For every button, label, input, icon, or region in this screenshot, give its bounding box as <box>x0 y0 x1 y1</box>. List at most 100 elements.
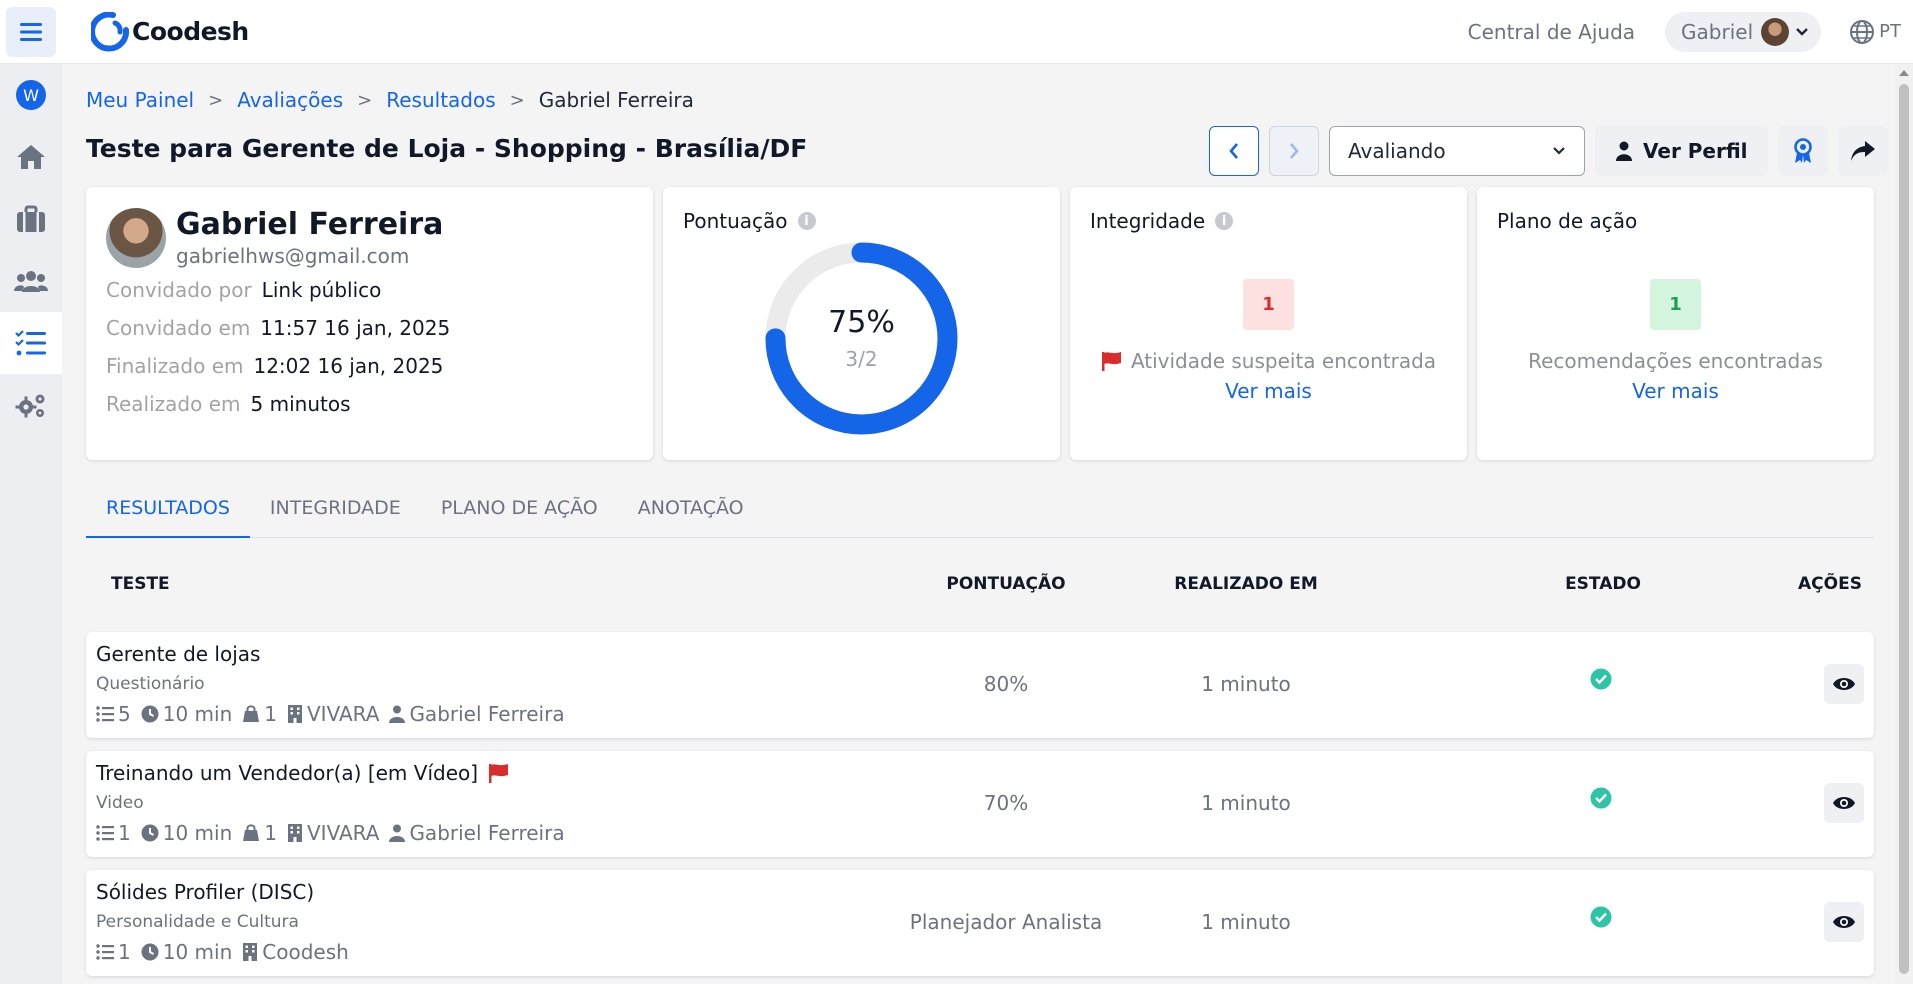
previous-button[interactable] <box>1209 126 1259 176</box>
table-row: Treinando um Vendedor(a) [em Vídeo] Vide… <box>86 751 1874 857</box>
eye-icon <box>1833 916 1855 928</box>
candidate-avatar <box>106 207 166 268</box>
view-result-button[interactable] <box>1824 664 1864 704</box>
meta-questions-value: 1 <box>118 940 131 964</box>
chevron-right-icon <box>1290 143 1299 159</box>
sidebar-item-jobs[interactable] <box>0 188 62 250</box>
tasks-icon <box>15 330 46 356</box>
duration-row: Realizado em 5 minutos <box>106 392 633 416</box>
score-fraction: 3/2 <box>845 347 878 371</box>
user-menu[interactable]: Gabriel <box>1665 11 1822 52</box>
header-actions: Avaliando Ver Perfil <box>1209 126 1898 176</box>
test-title: Treinando um Vendedor(a) [em Vídeo] <box>96 761 479 785</box>
meta-duration: 10 min <box>141 702 232 726</box>
flag-icon <box>489 764 509 783</box>
scroll-up-arrow[interactable] <box>1899 70 1909 76</box>
breadcrumb-separator: > <box>357 89 373 111</box>
meta-author-value: Gabriel Ferreira <box>409 702 565 726</box>
breadcrumb-dashboard[interactable]: Meu Painel <box>86 88 194 112</box>
sidebar-item-settings[interactable] <box>0 374 62 436</box>
meta-questions-value: 1 <box>118 821 131 845</box>
status-select[interactable]: Avaliando <box>1329 126 1585 176</box>
sidebar-item-workspace[interactable]: W <box>0 64 62 126</box>
info-icon[interactable]: i <box>1215 212 1234 230</box>
test-meta: 1 10 min 1 VIVARA Gabriel Ferreira <box>96 821 575 845</box>
score-percent: 75% <box>828 305 895 340</box>
meta-duration-value: 10 min <box>162 821 233 845</box>
scroll-thumb[interactable] <box>1899 84 1909 974</box>
candidate-card: Gabriel Ferreira gabrielhws@gmail.com Co… <box>86 187 653 460</box>
tab-results[interactable]: RESULTADOS <box>86 480 250 538</box>
eye-icon <box>1833 797 1855 809</box>
logo[interactable]: Coodesh <box>91 11 249 52</box>
action-plan-message-row: Recomendações encontradas <box>1477 349 1874 373</box>
status-select-value: Avaliando <box>1348 139 1446 163</box>
info-icon[interactable]: i <box>797 212 816 230</box>
info-value: 11:57 16 jan, 2025 <box>260 316 451 340</box>
coodesh-logo-icon <box>91 11 129 52</box>
test-title-row: Treinando um Vendedor(a) [em Vídeo] <box>96 761 510 785</box>
view-result-button[interactable] <box>1824 902 1864 942</box>
user-name: Gabriel <box>1681 19 1754 44</box>
help-center-link[interactable]: Central de Ajuda <box>1468 20 1635 44</box>
flag-icon <box>1101 352 1121 371</box>
state-check-icon <box>1590 668 1612 695</box>
breadcrumb: Meu Painel > Avaliações > Resultados > G… <box>86 88 694 112</box>
tab-notes[interactable]: ANOTAÇÃO <box>618 480 764 538</box>
test-score: 80% <box>983 672 1029 696</box>
meta-duration: 10 min <box>141 821 233 845</box>
meta-company-value: VIVARA <box>307 702 380 726</box>
column-header-completed-in: REALIZADO EM <box>1174 574 1318 594</box>
test-title-row: Gerente de lojas <box>96 642 260 666</box>
info-label: Finalizado em <box>106 354 244 378</box>
meta-jobs: 1 <box>242 821 277 845</box>
integrity-message: Atividade suspeita encontrada <box>1130 349 1437 373</box>
bag-icon <box>243 824 260 841</box>
score-card: Pontuação i 75% 3/2 <box>663 187 1060 460</box>
sidebar-item-candidates[interactable] <box>0 250 62 312</box>
tab-integrity[interactable]: INTEGRIDADE <box>250 480 421 538</box>
column-header-test: TESTE <box>111 574 170 594</box>
breadcrumb-assessments[interactable]: Avaliações <box>237 88 343 112</box>
meta-questions: 5 <box>96 702 131 726</box>
sidebar-item-assessments[interactable] <box>0 312 62 374</box>
meta-company: VIVARA <box>287 702 379 726</box>
column-header-score: PONTUAÇÃO <box>946 574 1066 594</box>
building-icon <box>288 824 302 842</box>
test-type: Video <box>96 793 144 813</box>
view-profile-button[interactable]: Ver Perfil <box>1595 126 1768 176</box>
hamburger-icon <box>20 22 42 41</box>
meta-company-value: Coodesh <box>262 940 349 964</box>
view-result-button[interactable] <box>1824 783 1864 823</box>
info-label: Convidado em <box>106 316 251 340</box>
language-selector[interactable]: PT <box>1849 19 1901 45</box>
award-icon <box>1793 138 1812 163</box>
integrity-see-more-link[interactable]: Ver mais <box>1070 379 1467 403</box>
certificate-button[interactable] <box>1777 126 1828 176</box>
test-type: Personalidade e Cultura <box>96 912 299 932</box>
integrity-title: Integridade <box>1090 209 1206 233</box>
menu-button[interactable] <box>6 6 56 57</box>
page-title: Teste para Gerente de Loja - Shopping - … <box>86 134 808 163</box>
logo-text: Coodesh <box>132 17 249 46</box>
breadcrumb-results[interactable]: Resultados <box>386 88 495 112</box>
state-check-icon <box>1590 906 1612 933</box>
meta-company-value: VIVARA <box>307 821 380 845</box>
sidebar-item-home[interactable] <box>0 126 62 188</box>
home-icon <box>17 145 45 169</box>
next-button[interactable] <box>1269 126 1319 176</box>
test-meta: 1 10 min Coodesh <box>96 940 359 964</box>
scrollbar[interactable] <box>1895 64 1913 984</box>
invited-at-row: Convidado em 11:57 16 jan, 2025 <box>106 316 633 340</box>
clock-icon <box>141 943 159 961</box>
info-value: Link público <box>261 278 382 302</box>
tab-action-plan[interactable]: PLANO DE AÇÃO <box>421 480 618 538</box>
meta-jobs: 1 <box>242 702 277 726</box>
share-button[interactable] <box>1837 126 1888 176</box>
test-title: Sólides Profiler (DISC) <box>96 880 315 904</box>
meta-questions: 1 <box>96 821 131 845</box>
candidate-name: Gabriel Ferreira <box>176 207 444 242</box>
meta-duration-value: 10 min <box>162 940 233 964</box>
action-plan-see-more-link[interactable]: Ver mais <box>1477 379 1874 403</box>
column-header-actions: AÇÕES <box>1798 574 1862 594</box>
